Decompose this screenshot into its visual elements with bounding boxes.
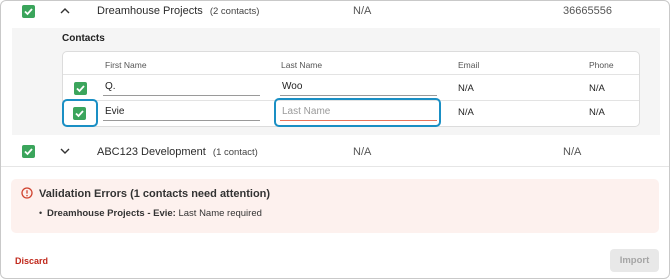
header-phone: Phone <box>589 60 614 70</box>
account-name: ABC123 Development <box>97 146 206 158</box>
account-name: Dreamhouse Projects <box>97 5 203 17</box>
discard-link[interactable]: Discard <box>15 256 48 266</box>
alert-circle-icon <box>21 187 33 199</box>
checkbox-contact-evie[interactable] <box>73 107 86 120</box>
validation-item-message: Last Name required <box>178 208 262 219</box>
phone-value: N/A <box>589 107 605 118</box>
account-row-dreamhouse: Dreamhouse Projects (2 contacts) <box>97 5 259 17</box>
checkbox-account-dreamhouse[interactable] <box>22 5 35 18</box>
phone-value: N/A <box>589 83 605 94</box>
checkmark-icon <box>24 8 33 16</box>
first-name-field[interactable]: Evie <box>105 106 124 117</box>
chevron-up-icon[interactable] <box>60 7 70 14</box>
last-name-field[interactable]: Woo <box>282 81 302 92</box>
validation-item-label: Dreamhouse Projects - Evie: <box>47 208 176 219</box>
header-email: Email <box>458 60 480 70</box>
table-divider <box>63 74 639 75</box>
account-row-abc123: ABC123 Development (1 contact) <box>97 146 258 158</box>
checkmark-icon <box>76 85 85 93</box>
contacts-title: Contacts <box>62 33 105 44</box>
validation-item: Dreamhouse Projects - Evie: Last Name re… <box>47 208 262 219</box>
validation-title: Validation Errors (1 contacts need atten… <box>39 188 271 200</box>
last-name-error-underline <box>280 120 437 121</box>
import-dialog: Dreamhouse Projects (2 contacts) N/A 366… <box>0 0 670 279</box>
account-contact-count: (2 contacts) <box>209 6 260 17</box>
account-contact-count: (1 contact) <box>212 147 258 158</box>
account-col2-value: N/A <box>353 146 372 158</box>
row-separator <box>1 166 669 167</box>
chevron-down-icon[interactable] <box>60 148 70 155</box>
first-name-field[interactable]: Q. <box>105 81 116 92</box>
checkmark-icon <box>75 110 84 118</box>
account-col2-value: N/A <box>353 5 372 17</box>
checkbox-contact-q-woo[interactable] <box>74 82 87 95</box>
import-button[interactable]: Import <box>610 249 659 272</box>
header-first-name: First Name <box>105 60 147 70</box>
first-name-underline <box>103 120 260 121</box>
last-name-underline <box>280 95 437 96</box>
account-col3-value: 36665556 <box>563 5 612 17</box>
first-name-underline <box>103 95 260 96</box>
email-value: N/A <box>458 107 474 118</box>
checkmark-icon <box>24 148 33 156</box>
bullet-icon: • <box>39 208 43 218</box>
last-name-input[interactable]: Last Name <box>282 106 330 117</box>
email-value: N/A <box>458 83 474 94</box>
header-last-name: Last Name <box>281 60 323 70</box>
account-col3-value: N/A <box>563 146 582 158</box>
checkbox-account-abc123[interactable] <box>22 145 35 158</box>
